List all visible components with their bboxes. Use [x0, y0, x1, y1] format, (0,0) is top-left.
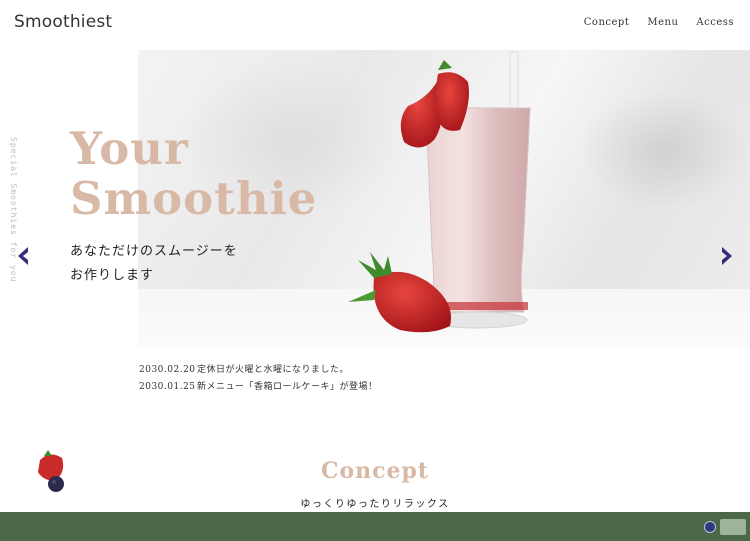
hero-subtitle-line1: あなただけのスムージーを — [70, 244, 238, 259]
hero-title-line2: Smoothie — [70, 172, 318, 225]
news-list: 2030.02.20 定休日が火曜と水曜になりました。 2030.01.25 新… — [139, 362, 378, 396]
hero-subtitle-line2: お作りします — [70, 268, 155, 283]
hero-subtitle: あなただけのスムージーを お作りします — [70, 240, 238, 288]
site-logo[interactable]: Smoothiest — [14, 12, 112, 32]
globe-icon — [704, 521, 716, 533]
chevron-right-icon — [722, 247, 732, 265]
next-slide-button[interactable] — [718, 245, 736, 267]
widget-toggle[interactable] — [720, 519, 746, 535]
news-text: 新メニュー「香箱ロールケーキ」が登場！ — [197, 382, 378, 392]
nav-menu[interactable]: Menu — [647, 17, 678, 28]
concept-heading: Concept — [320, 458, 430, 484]
main-nav: Concept Menu Access — [584, 17, 734, 28]
news-item[interactable]: 2030.01.25 新メニュー「香箱ロールケーキ」が登場！ — [139, 379, 378, 396]
news-date: 2030.02.20 — [139, 365, 196, 375]
floating-widget[interactable] — [704, 517, 748, 537]
footer-bar — [0, 512, 750, 541]
chevron-left-icon — [18, 247, 28, 265]
nav-concept[interactable]: Concept — [584, 17, 630, 28]
concept-subheading: ゆっくりゆったりリラックス — [300, 499, 450, 510]
news-text: 定休日が火曜と水曜になりました。 — [197, 365, 350, 375]
prev-slide-button[interactable] — [14, 245, 32, 267]
hero-title: Your Smoothie — [70, 124, 317, 224]
news-item[interactable]: 2030.02.20 定休日が火曜と水曜になりました。 — [139, 362, 378, 379]
nav-access[interactable]: Access — [696, 17, 734, 28]
hero-title-line1: Your — [70, 122, 189, 175]
news-date: 2030.01.25 — [139, 382, 196, 392]
